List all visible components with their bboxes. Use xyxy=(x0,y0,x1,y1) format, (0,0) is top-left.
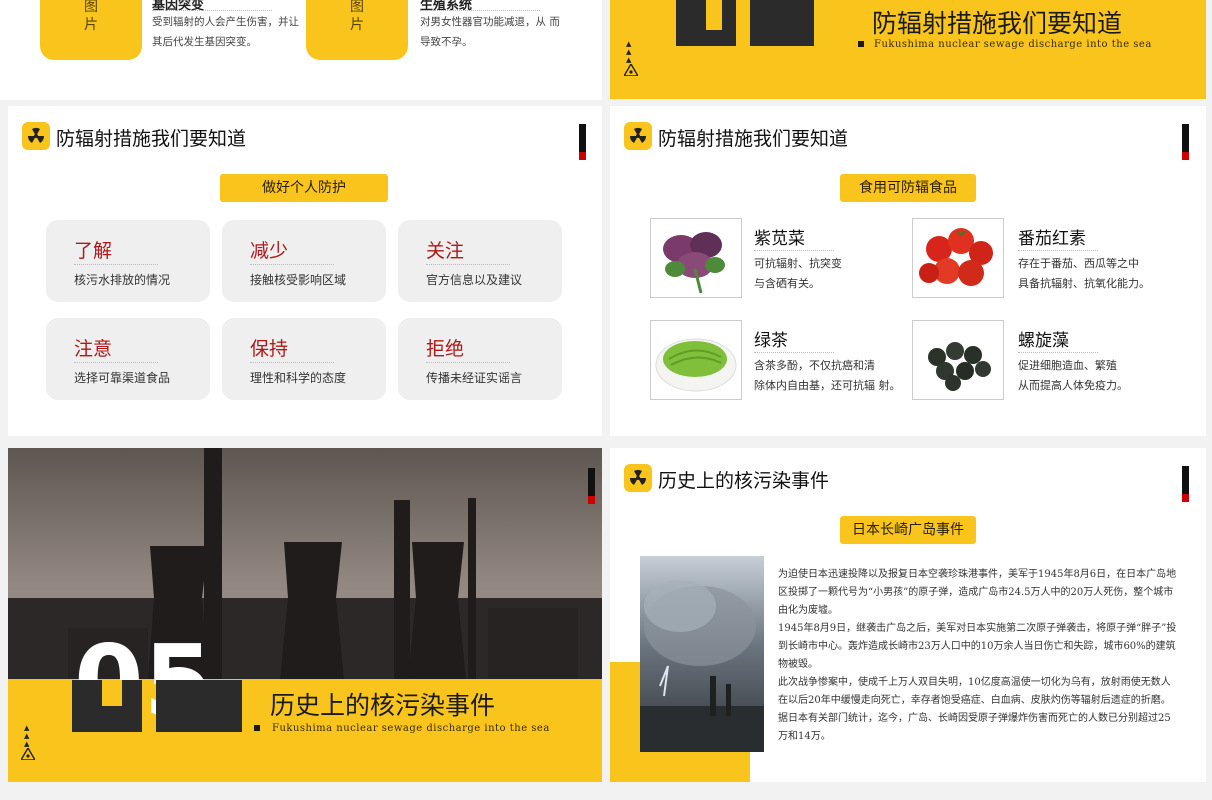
slide-section-05: 05 历史上的核污染事件 Fukushima nuclear sewage di… xyxy=(8,448,602,782)
food-desc: 可抗辐射、抗突变 与含硒有关。 xyxy=(754,257,842,290)
divider xyxy=(754,250,834,251)
card-desc: 传播未经证实谣言 xyxy=(426,371,523,385)
history-paragraph: 此次战争惨案中，使成千上万人双目失明，10亿度高温使一切化为乌有，放射雨使无数人… xyxy=(778,677,1171,706)
card-desc: 选择可靠渠道食品 xyxy=(74,371,171,385)
divider xyxy=(426,362,510,363)
protection-card: 注意 选择可靠渠道食品 xyxy=(46,318,210,400)
bullet-square xyxy=(254,725,260,731)
divider xyxy=(426,264,510,265)
food-desc: 促进细胞造血、繁殖 从而提高人体免疫力。 xyxy=(1018,359,1128,392)
protection-card: 减少 接触核受影响区域 xyxy=(222,220,386,302)
divider xyxy=(420,10,540,11)
section-title: 历史上的核污染事件 xyxy=(270,691,496,720)
food-desc: 存在于番茄、西瓜等之中 具备抗辐射、抗氧化能力。 xyxy=(1018,257,1150,290)
section-number-shape xyxy=(156,680,242,732)
effect-text-1: 受到辐射的人会产生伤害，并让其后代发生基因突变。 xyxy=(152,16,299,48)
history-paragraph: 1945年8月9日，继袭击广岛之后，美军对日本实施第二次原子弹袭击，将原子弹“胖… xyxy=(778,623,1177,670)
image-placeholder-1: 图 片 xyxy=(40,0,142,60)
hazard-triangle-icon xyxy=(624,64,638,76)
triangle-stack-icon: ▲ ▲ ▲ xyxy=(24,724,30,748)
bullet-square xyxy=(858,41,864,47)
divider xyxy=(74,264,158,265)
divider xyxy=(74,362,158,363)
protection-card: 拒绝 传播未经证实谣言 xyxy=(398,318,562,400)
corner-tag xyxy=(579,124,586,160)
food-name: 紫苋菜 xyxy=(754,229,805,249)
section-pill: 日本长崎广岛事件 xyxy=(840,516,976,544)
green-tea-image xyxy=(650,320,742,400)
corner-tag xyxy=(1182,466,1189,502)
card-title: 保持 xyxy=(250,338,289,360)
food-desc: 含茶多酚，不仅抗癌和清 除体内自由基，还可抗辐 射。 xyxy=(754,359,901,392)
section-title: 防辐射措施我们要知道 xyxy=(872,9,1123,38)
spirulina-image xyxy=(912,320,1004,400)
divider xyxy=(1018,352,1098,353)
slide-personal-protection: 防辐射措施我们要知道 做好个人防护 了解 核污水排放的情况 减少 接触核受影响区… xyxy=(8,106,602,436)
slide-anti-radiation-foods: 防辐射措施我们要知道 食用可防辐食品 紫苋菜 可抗辐射、抗突变 与含硒有关。 番茄… xyxy=(610,106,1206,436)
radiation-icon xyxy=(624,122,652,150)
card-title: 减少 xyxy=(250,240,289,262)
divider xyxy=(754,352,834,353)
history-paragraph: 为迫使日本迅速投降以及报复日本空袭珍珠港事件，美军于1945年8月6日，在日本广… xyxy=(778,569,1177,616)
card-title: 注意 xyxy=(74,338,113,360)
card-title: 拒绝 xyxy=(426,338,465,360)
section-number-cut xyxy=(102,680,122,706)
divider xyxy=(250,264,334,265)
divider xyxy=(250,362,334,363)
corner-tag xyxy=(1182,124,1189,160)
history-text: 为迫使日本迅速投降以及报复日本空袭珍珠港事件，美军于1945年8月6日，在日本广… xyxy=(778,566,1180,746)
section-subtitle: Fukushima nuclear sewage discharge into … xyxy=(272,723,550,734)
slide-effects-partial: 图 片 基因突变 受到辐射的人会产生伤害，并让其后代发生基因突变。 图 片 生殖… xyxy=(0,0,602,100)
card-desc: 核污水排放的情况 xyxy=(74,273,171,287)
corner-tag xyxy=(588,468,595,504)
effect-text-2: 对男女性器官功能减退，从 而导致不孕。 xyxy=(420,16,560,48)
radiation-icon xyxy=(22,122,50,150)
divider xyxy=(1018,250,1098,251)
card-title: 了解 xyxy=(74,240,113,262)
history-paragraph: 据日本有关部门统计，迄今，广岛、长崎因受原子弹爆炸伤害而死亡的人数已分别超过25… xyxy=(778,713,1171,742)
section-pill: 食用可防辐食品 xyxy=(840,174,976,202)
slide-title: 防辐射措施我们要知道 xyxy=(658,128,849,150)
slide-section-04: 防辐射措施我们要知道 Fukushima nuclear sewage disc… xyxy=(610,0,1206,99)
protection-card: 关注 官方信息以及建议 xyxy=(398,220,562,302)
slide-title: 历史上的核污染事件 xyxy=(658,470,830,492)
divider xyxy=(152,10,272,11)
tomato-image xyxy=(912,218,1004,298)
protection-card: 了解 核污水排放的情况 xyxy=(46,220,210,302)
slide-title: 防辐射措施我们要知道 xyxy=(56,128,247,150)
hazard-triangle-icon xyxy=(21,748,35,760)
radiation-icon xyxy=(624,464,652,492)
protection-card: 保持 理性和科学的态度 xyxy=(222,318,386,400)
card-desc: 官方信息以及建议 xyxy=(426,273,523,287)
card-desc: 接触核受影响区域 xyxy=(250,273,347,287)
card-title: 关注 xyxy=(426,240,465,262)
image-placeholder-2: 图 片 xyxy=(306,0,408,60)
section-subtitle: Fukushima nuclear sewage discharge into … xyxy=(874,39,1152,50)
section-pill: 做好个人防护 xyxy=(220,174,388,202)
card-desc: 理性和科学的态度 xyxy=(250,371,347,385)
food-name: 绿茶 xyxy=(754,331,788,351)
food-name: 螺旋藻 xyxy=(1018,331,1069,351)
slide-history-events: 历史上的核污染事件 日本长崎广岛事件 为迫使日本迅速投降以及报复日本空袭珍珠港事… xyxy=(610,448,1206,782)
explosion-photo xyxy=(640,556,764,752)
section-number-shape xyxy=(750,0,814,46)
section-number-cut xyxy=(706,0,722,30)
amaranth-image xyxy=(650,218,742,298)
triangle-stack-icon: ▲ ▲ ▲ xyxy=(626,40,632,64)
food-name: 番茄红素 xyxy=(1018,229,1086,249)
